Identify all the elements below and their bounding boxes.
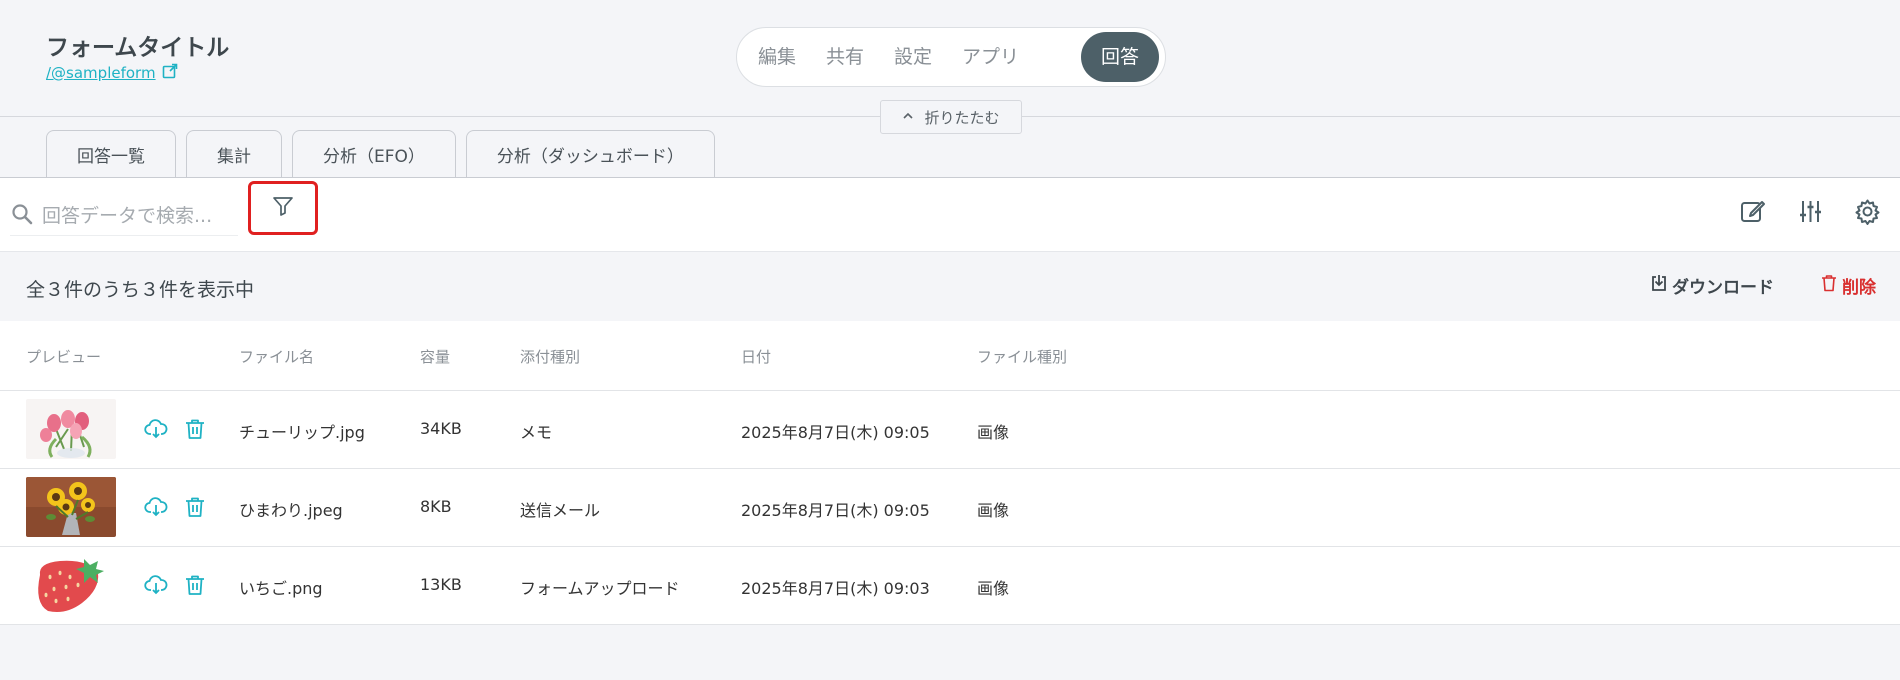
file-kind: 画像 — [977, 423, 1010, 442]
preview-thumbnail[interactable] — [26, 555, 116, 615]
nav-apps[interactable]: アプリ — [947, 32, 1034, 82]
download-button[interactable]: ダウンロード — [1650, 273, 1774, 298]
form-title: フォームタイトル — [46, 35, 230, 61]
file-date: 2025年8月7日(木) 09:05 — [741, 501, 930, 520]
filter-icon — [271, 194, 295, 222]
gear-icon — [1854, 198, 1881, 229]
file-kind: 画像 — [977, 501, 1010, 520]
file-size: 8KB — [420, 497, 452, 516]
file-name: チューリップ.jpg — [239, 423, 365, 442]
download-label: ダウンロード — [1672, 278, 1774, 298]
summary-bar: 全３件のうち３件を表示中 ダウンロード 削除 — [0, 253, 1900, 321]
delete-file-button[interactable] — [183, 495, 207, 519]
table-row[interactable]: ひまわり.jpeg 8KB 送信メール 2025年8月7日(木) 09:05 画… — [0, 469, 1900, 547]
nav-responses[interactable]: 回答 — [1080, 32, 1159, 82]
download-file-button[interactable] — [144, 573, 168, 597]
header-attach-type[interactable]: 添付種別 — [520, 346, 580, 367]
response-tabs: 回答一覧 集計 分析（EFO） 分析（ダッシュボード） — [46, 130, 715, 178]
search-input[interactable] — [42, 204, 232, 227]
file-size: 34KB — [420, 419, 462, 438]
main-nav: 編集 共有 設定 アプリ 回答 — [736, 27, 1166, 87]
form-link-text: /@sampleform — [46, 64, 156, 82]
nav-share[interactable]: 共有 — [811, 32, 879, 82]
filter-button[interactable] — [248, 181, 318, 235]
attach-type: 送信メール — [520, 501, 601, 520]
header-file-kind[interactable]: ファイル種別 — [977, 346, 1067, 367]
file-date: 2025年8月7日(木) 09:05 — [741, 423, 930, 442]
table-row[interactable]: いちご.png 13KB フォームアップロード 2025年8月7日(木) 09:… — [0, 547, 1900, 625]
sliders-icon — [1797, 198, 1824, 229]
attachments-table: プレビュー ファイル名 容量 添付種別 日付 ファイル種別 チューリップ.jpg… — [0, 321, 1900, 625]
preview-thumbnail[interactable] — [26, 399, 116, 459]
table-row[interactable]: チューリップ.jpg 34KB メモ 2025年8月7日(木) 09:05 画像 — [0, 391, 1900, 469]
tab-summary[interactable]: 集計 — [186, 130, 282, 178]
toolbar — [0, 177, 1900, 252]
chevron-up-icon — [902, 108, 914, 126]
trash-icon — [1820, 274, 1838, 297]
settings-button[interactable] — [1852, 198, 1882, 228]
tab-dashboard-analysis[interactable]: 分析（ダッシュボード） — [465, 130, 715, 178]
header-size[interactable]: 容量 — [420, 346, 450, 367]
search-box — [10, 196, 238, 236]
adjust-columns-button[interactable] — [1795, 198, 1825, 228]
header-file-name[interactable]: ファイル名 — [239, 346, 314, 367]
table-header: プレビュー ファイル名 容量 添付種別 日付 ファイル種別 — [0, 321, 1900, 391]
delete-button[interactable]: 削除 — [1820, 273, 1876, 298]
delete-file-button[interactable] — [183, 573, 207, 597]
file-size: 13KB — [420, 575, 462, 594]
nav-edit[interactable]: 編集 — [743, 32, 811, 82]
download-icon — [1650, 274, 1668, 297]
result-count: 全３件のうち３件を表示中 — [26, 279, 255, 301]
download-file-button[interactable] — [144, 495, 168, 519]
file-name: いちご.png — [239, 579, 323, 598]
attach-type: メモ — [520, 423, 553, 442]
edit-icon — [1739, 198, 1766, 229]
attach-type: フォームアップロード — [520, 579, 680, 598]
preview-thumbnail[interactable] — [26, 477, 116, 537]
collapse-label: 折りたたむ — [924, 108, 1000, 127]
search-icon — [10, 202, 34, 230]
header-date[interactable]: 日付 — [741, 346, 771, 367]
file-kind: 画像 — [977, 579, 1010, 598]
external-link-icon — [162, 63, 178, 83]
delete-label: 削除 — [1842, 278, 1876, 298]
collapse-button[interactable]: 折りたたむ — [880, 100, 1022, 134]
download-file-button[interactable] — [144, 417, 168, 441]
nav-settings[interactable]: 設定 — [879, 32, 947, 82]
file-date: 2025年8月7日(木) 09:03 — [741, 579, 930, 598]
form-public-link[interactable]: /@sampleform — [46, 63, 178, 83]
header-preview: プレビュー — [26, 348, 102, 366]
delete-file-button[interactable] — [183, 417, 207, 441]
tab-efo-analysis[interactable]: 分析（EFO） — [292, 130, 456, 178]
file-name: ひまわり.jpeg — [239, 501, 343, 520]
tab-response-list[interactable]: 回答一覧 — [46, 130, 176, 178]
edit-button[interactable] — [1737, 198, 1767, 228]
